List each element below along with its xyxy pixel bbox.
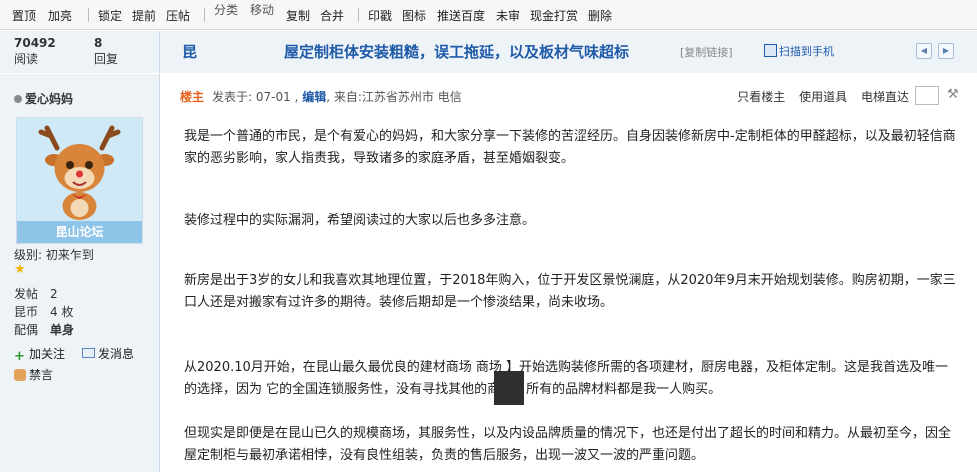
post-paragraph: 从2020.10月开始，在昆山最久最优良的建材商场 商场 】开始选购装修所需的各… [184,360,949,397]
moderation-toolbar: 置顶 加亮 锁定 提前 压帖 分类 移动 复制 合并 印戳 图标 推送百度 未审… [0,0,977,30]
author-level: 级别: 初来乍到 [14,246,94,263]
edit-button[interactable]: 编辑 [302,90,326,104]
spouse-value: 单身 [50,323,75,337]
copy-link-button[interactable]: [复制链接] [680,44,733,60]
follow-button[interactable]: + 加关注 [14,345,65,363]
toolbar-divider [204,8,205,22]
avatar-forum-banner: 昆山论坛 [17,221,142,243]
op-badge: 楼主 [180,90,205,104]
toolbar-sink[interactable]: 压帖 [166,7,190,24]
toolbar-divider [358,8,359,22]
post-content: 楼主 发表于: 07-01 , 编辑, 来自:江苏省苏州市 电信 只看楼主 使用道… [160,74,977,472]
toolbar-move[interactable]: 移动 [250,1,274,18]
hand-icon [14,369,26,381]
toolbar-highlight[interactable]: 加亮 [48,7,72,24]
toolbar-delete[interactable]: 删除 [588,7,612,24]
toolbar-icon[interactable]: 图标 [402,7,426,24]
replies-stat: 8 回复 [94,35,118,67]
post-paragraph: 新房是出于3岁的女儿和我喜欢其地理位置，于2018年购入，位于开发区景悦澜庭，从… [184,273,956,310]
elevator-label: 电梯直达 [860,90,909,104]
floor-jump-input[interactable] [915,86,939,105]
thread-title-bar: 昆 屋定制柜体安装粗糙，误工拖延，以及板材气味超标 [复制链接] 扫描到手机 ◀… [160,31,977,73]
author-posts: 发帖 2 [14,285,58,302]
coins-value: 4 枚 [50,305,74,319]
views-count: 70492 [14,36,56,50]
qr-icon [764,44,777,57]
next-thread-icon[interactable]: ▶ [938,43,954,59]
ban-label: 禁言 [29,368,54,382]
post-time: 发表于: 07-01 , [212,90,299,104]
toolbar-divider [88,8,89,22]
prev-thread-icon[interactable]: ◀ [916,43,932,59]
wrench-icon[interactable]: ⚒ [947,88,961,102]
thread-stats: 70492 阅读 8 回复 [0,31,160,73]
replies-label: 回复 [94,52,119,66]
author-spouse: 配偶 单身 [14,321,74,338]
use-tools-link[interactable]: 使用道具 [799,90,847,104]
views-label: 阅读 [14,52,39,66]
only-op-link[interactable]: 只看楼主 [737,90,785,104]
toolbar-unreviewed[interactable]: 未审 [496,7,520,24]
toolbar-push-baidu[interactable]: 推送百度 [437,7,485,24]
toolbar-bump[interactable]: 提前 [132,7,156,24]
level-label: 级别: [14,248,43,262]
thread-title: 屋定制柜体安装粗糙，误工拖延，以及板材气味超标 [284,43,630,61]
post-location: , 来自:江苏省苏州市 电信 [326,90,462,104]
toolbar-stamp[interactable]: 印戳 [368,7,392,24]
author-name[interactable]: 爱心妈妈 [14,90,73,107]
toolbar-cash-reward[interactable]: 现金打赏 [530,7,578,24]
message-button[interactable]: 发消息 [82,345,134,362]
author-name-text: 爱心妈妈 [25,92,74,106]
follow-label: 加关注 [29,347,66,361]
author-coins: 昆币 4 枚 [14,303,73,320]
envelope-icon [82,348,95,358]
post-options: 只看楼主 使用道具 电梯直达 [727,88,909,105]
post-paragraph: 装修过程中的实际漏洞，希望阅读过的大家以后也多多注意。 [184,213,536,228]
post-paragraph: 但现实是即便是在昆山已久的规模商场，其服务性，以及内设品牌质量的情况下，也还是付… [184,426,952,463]
redaction-block [494,371,524,405]
reindeer-avatar-icon [38,125,121,220]
toolbar-copy[interactable]: 复制 [286,7,310,24]
plus-icon: + [14,349,25,364]
toolbar-lock[interactable]: 锁定 [98,7,122,24]
post-header: 楼主 发表于: 07-01 , 编辑, 来自:江苏省苏州市 电信 [180,88,462,105]
toolbar-category[interactable]: 分类 [214,1,238,18]
scan-to-phone-button[interactable]: 扫描到手机 [764,43,834,59]
message-label: 发消息 [98,347,135,361]
ban-button[interactable]: 禁言 [14,366,53,383]
posts-value: 2 [50,287,58,301]
replies-count: 8 [94,36,103,50]
star-icon: ★ [14,262,26,277]
toolbar-pin[interactable]: 置顶 [12,7,36,24]
post-paragraph: 我是一个普通的市民，是个有爱心的妈妈，和大家分享一下装修的苦涩经历。自身因装修新… [184,129,956,166]
thread-title-prefix: 昆 [182,43,198,61]
posts-label: 发帖 [14,287,39,301]
toolbar-merge[interactable]: 合并 [320,7,344,24]
level-value: 初来乍到 [45,248,94,262]
avatar[interactable]: 昆山论坛 [16,117,143,244]
views-stat: 70492 阅读 [14,35,56,67]
user-icon [14,95,22,103]
coins-label: 昆币 [14,305,39,319]
author-sidebar: 爱心妈妈 昆山论坛 级别: 初来乍到 ★ 发帖 2 昆币 4 枚 配偶 单身 + 加关注 [0,74,160,472]
scan-label: 扫描到手机 [779,45,834,58]
spouse-label: 配偶 [14,323,39,337]
